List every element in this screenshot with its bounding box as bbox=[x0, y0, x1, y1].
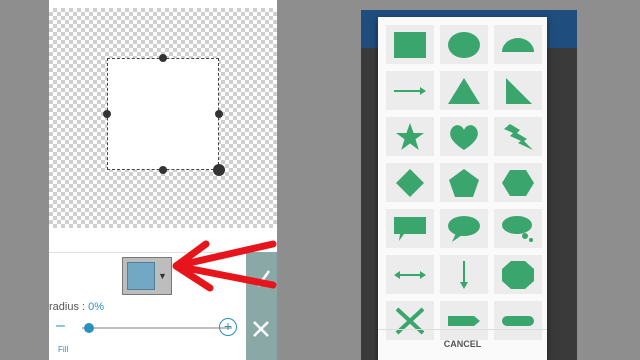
thought-cloud-shape-button[interactable] bbox=[494, 209, 542, 248]
rectangle-shape-button[interactable] bbox=[386, 25, 434, 64]
diamond-shape-icon bbox=[396, 168, 424, 197]
arrow-block-shape-icon bbox=[448, 315, 480, 326]
thought-cloud-shape-icon bbox=[502, 215, 533, 242]
arrow-shape-button[interactable] bbox=[386, 71, 434, 110]
shape-editor-screen: ▼ radius : 0% – + Fill bbox=[49, 0, 277, 360]
shape-grid bbox=[386, 25, 543, 340]
oval-callout-shape-button[interactable] bbox=[440, 209, 488, 248]
double-arrow-shape-button[interactable] bbox=[386, 255, 434, 294]
resize-handle-top[interactable] bbox=[159, 54, 167, 62]
radius-increase-button[interactable]: + bbox=[219, 318, 237, 336]
rect-callout-shape-button[interactable] bbox=[386, 209, 434, 248]
octagon-shape-button[interactable] bbox=[494, 255, 542, 294]
half-circle-shape-button[interactable] bbox=[494, 25, 542, 64]
rounded-block-shape-button[interactable] bbox=[494, 301, 542, 340]
lightning-shape-button[interactable] bbox=[494, 117, 542, 156]
transparent-canvas[interactable] bbox=[49, 8, 277, 228]
right-triangle-shape-button[interactable] bbox=[494, 71, 542, 110]
red-arrow-annotation bbox=[172, 240, 277, 292]
cancel-button[interactable]: CANCEL bbox=[378, 339, 547, 349]
resize-handle-bottom[interactable] bbox=[159, 166, 167, 174]
triangle-shape-icon bbox=[448, 77, 480, 104]
right-triangle-shape-icon bbox=[506, 77, 532, 104]
radius-slider[interactable] bbox=[82, 327, 232, 329]
dropdown-caret-icon: ▼ bbox=[158, 271, 167, 281]
ellipse-shape-icon bbox=[448, 31, 480, 58]
cross-shape-button[interactable] bbox=[386, 301, 434, 340]
triangle-shape-button[interactable] bbox=[440, 71, 488, 110]
double-arrow-shape-icon bbox=[394, 270, 426, 279]
rect-callout-shape-icon bbox=[394, 216, 426, 241]
hexagon-shape-button[interactable] bbox=[494, 163, 542, 202]
ellipse-shape-button[interactable] bbox=[440, 25, 488, 64]
selected-shape[interactable] bbox=[107, 58, 219, 170]
oval-callout-shape-icon bbox=[448, 215, 480, 242]
octagon-shape-icon bbox=[502, 260, 534, 289]
resize-handle-right[interactable] bbox=[215, 110, 223, 118]
radius-value: 0% bbox=[88, 301, 105, 313]
dialog-divider bbox=[378, 329, 547, 330]
resize-handle-left[interactable] bbox=[103, 110, 111, 118]
pentagon-shape-button[interactable] bbox=[440, 163, 488, 202]
radius-decrease-button[interactable]: – bbox=[56, 318, 65, 334]
star-shape-button[interactable] bbox=[386, 117, 434, 156]
heart-shape-button[interactable] bbox=[440, 117, 488, 156]
down-arrow-shape-button[interactable] bbox=[440, 255, 488, 294]
half-circle-shape-icon bbox=[502, 37, 534, 52]
cross-shape-icon bbox=[395, 307, 425, 334]
shape-picker-dialog: CANCEL bbox=[378, 17, 547, 360]
down-arrow-shape-icon bbox=[460, 260, 468, 289]
arrow-shape-icon bbox=[394, 86, 426, 95]
rounded-block-shape-icon bbox=[502, 315, 534, 326]
resize-handle-corner[interactable] bbox=[213, 164, 225, 176]
shape-picker-screen: CANCEL bbox=[361, 10, 577, 360]
close-icon[interactable] bbox=[250, 318, 272, 340]
lightning-shape-icon bbox=[504, 123, 533, 150]
radius-slider-thumb[interactable] bbox=[84, 323, 94, 333]
rectangle-shape-icon bbox=[394, 31, 426, 58]
hexagon-shape-icon bbox=[502, 169, 534, 196]
diamond-shape-button[interactable] bbox=[386, 163, 434, 202]
pentagon-shape-icon bbox=[449, 168, 479, 197]
radius-label: radius : 0% bbox=[49, 301, 105, 313]
shape-swatch bbox=[127, 262, 155, 290]
fill-label: Fill bbox=[58, 345, 69, 354]
arrow-block-shape-button[interactable] bbox=[440, 301, 488, 340]
heart-shape-icon bbox=[450, 124, 478, 150]
star-shape-icon bbox=[396, 122, 424, 150]
shape-selector-button[interactable]: ▼ bbox=[122, 257, 172, 295]
